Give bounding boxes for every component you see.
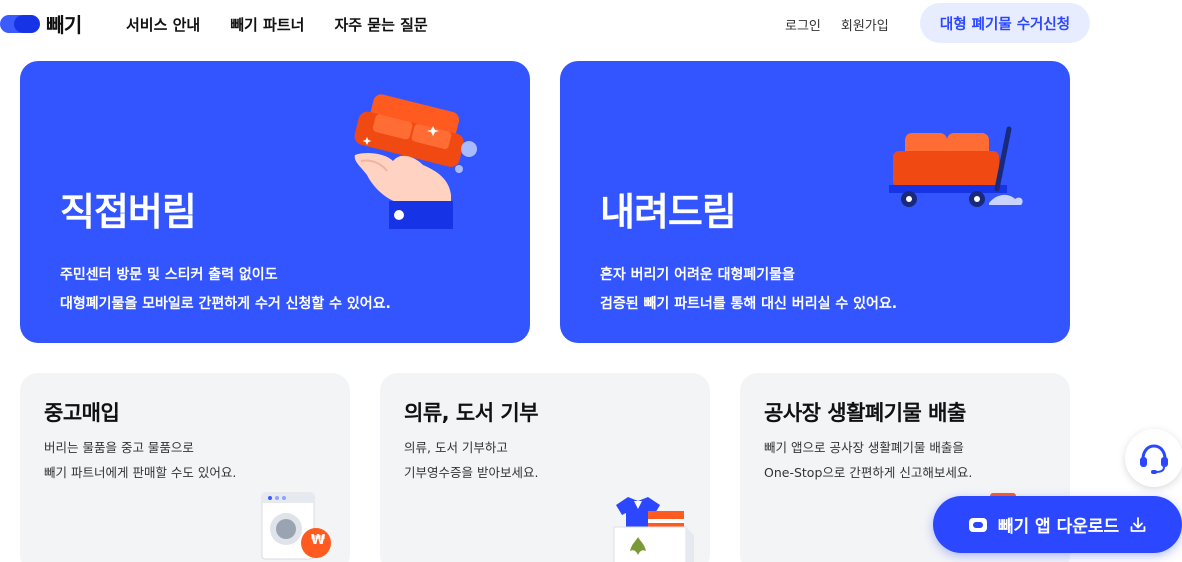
- nav-faq[interactable]: 자주 묻는 질문: [334, 14, 427, 35]
- donation-box-icon: [613, 497, 694, 562]
- card-title: 의류, 도서 기부: [404, 401, 539, 425]
- main-nav: 서비스 안내 빼기 파트너 자주 묻는 질문: [126, 14, 428, 35]
- card-description: 의류, 도서 기부하고 기부영수증을 받아보세요.: [404, 435, 538, 485]
- request-pickup-button[interactable]: 대형 폐기물 수거신청: [920, 3, 1090, 43]
- logo[interactable]: 빼기: [0, 9, 82, 38]
- card-desc-line: 검증된 빼기 파트너를 통해 대신 버리실 수 있어요.: [600, 296, 898, 312]
- card-title: 직접버림: [60, 190, 197, 234]
- card-desc-line: One-Stop으로 간편하게 신고해보세요.: [764, 465, 973, 480]
- nav-service-info[interactable]: 서비스 안내: [126, 14, 200, 35]
- app-logo-icon: [968, 517, 987, 532]
- sofa-cart-icon: [889, 126, 1023, 207]
- hand-holding-sofa-icon: [354, 94, 477, 229]
- logo-mark-icon: [0, 13, 40, 35]
- card-title: 내려드림: [600, 190, 737, 234]
- customer-support-button[interactable]: [1125, 429, 1182, 487]
- card-desc-line: 의류, 도서 기부하고: [404, 440, 508, 455]
- app-download-button[interactable]: 빼기 앱 다운로드: [933, 496, 1182, 553]
- card-title: 공사장 생활폐기물 배출: [764, 401, 966, 425]
- login-link[interactable]: 로그인: [785, 15, 821, 34]
- headset-icon: [1140, 444, 1168, 474]
- won-symbol: ₩: [310, 533, 326, 548]
- card-desc-line: 혼자 버리기 어려운 대형폐기물을: [600, 267, 795, 283]
- card-desc-line: 빼기 파트너에게 판매할 수도 있어요.: [44, 465, 237, 480]
- download-icon: [1130, 516, 1146, 532]
- logo-text: 빼기: [46, 13, 82, 37]
- download-label: 빼기 앱 다운로드: [997, 517, 1120, 537]
- direct-disposal-card[interactable]: 직접버림 주민센터 방문 및 스티커 출력 없이도 대형폐기물을 모바일로 간편…: [20, 61, 530, 343]
- card-desc-line: 버리는 물품을 중고 물품으로: [44, 440, 194, 455]
- card-description: 주민센터 방문 및 스티커 출력 없이도 대형폐기물을 모바일로 간편하게 수거…: [60, 261, 391, 319]
- card-desc-line: 기부영수증을 받아보세요.: [404, 465, 539, 480]
- card-desc-line: 주민센터 방문 및 스티커 출력 없이도: [60, 267, 278, 283]
- washing-machine-won-icon: [261, 492, 331, 560]
- signup-link[interactable]: 회원가입: [841, 15, 889, 34]
- donation-card[interactable]: 의류, 도서 기부 의류, 도서 기부하고 기부영수증을 받아보세요.: [380, 373, 710, 562]
- auth-links: 로그인 회원가입: [785, 15, 889, 34]
- card-title: 중고매입: [44, 401, 120, 425]
- card-desc-line: 빼기 앱으로 공사장 생활폐기물 배출을: [764, 440, 964, 455]
- card-description: 빼기 앱으로 공사장 생활폐기물 배출을 One-Stop으로 간편하게 신고해…: [764, 435, 972, 485]
- assisted-disposal-card[interactable]: 내려드림 혼자 버리기 어려운 대형폐기물을 검증된 빼기 파트너를 통해 대신…: [560, 61, 1070, 343]
- card-desc-line: 대형폐기물을 모바일로 간편하게 수거 신청할 수 있어요.: [60, 296, 391, 312]
- top-header: 빼기 서비스 안내 빼기 파트너 자주 묻는 질문 로그인 회원가입 대형 폐기…: [0, 0, 1182, 46]
- card-description: 버리는 물품을 중고 물품으로 빼기 파트너에게 판매할 수도 있어요.: [44, 435, 236, 485]
- used-purchase-card[interactable]: 중고매입 버리는 물품을 중고 물품으로 빼기 파트너에게 판매할 수도 있어요…: [20, 373, 350, 562]
- card-description: 혼자 버리기 어려운 대형폐기물을 검증된 빼기 파트너를 통해 대신 버리실 …: [600, 261, 897, 319]
- nav-partner[interactable]: 빼기 파트너: [230, 14, 304, 35]
